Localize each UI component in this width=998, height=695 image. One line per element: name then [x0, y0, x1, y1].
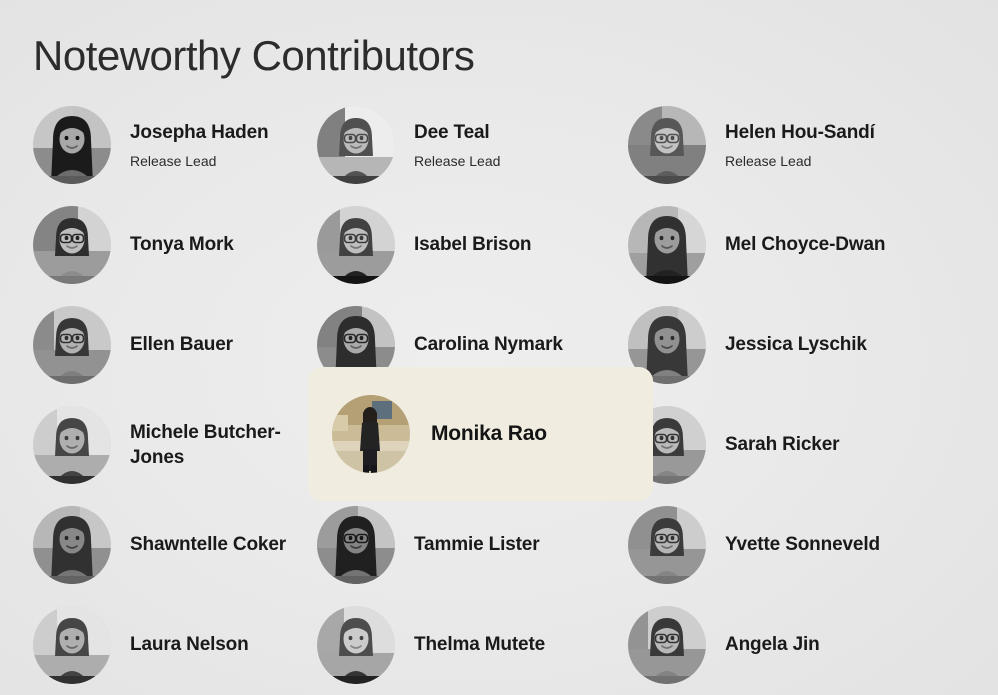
- contributor-item-laura-nelson[interactable]: Laura Nelson: [0, 595, 309, 695]
- contributor-info: Yvette Sonneveld: [725, 532, 880, 557]
- page-title: Noteworthy Contributors: [33, 32, 475, 79]
- contributor-info: Jessica Lyschik: [725, 332, 867, 357]
- contributor-role: Release Lead: [414, 153, 501, 170]
- avatar-helen-hou-sandi: [628, 106, 706, 184]
- contributor-name: Michele Butcher-Jones: [130, 421, 281, 468]
- contributor-name: Isabel Brison: [414, 234, 532, 256]
- contributor-info: Monika Rao: [431, 420, 547, 448]
- contributor-item-josepha-haden[interactable]: Josepha Haden Release Lead: [0, 95, 309, 195]
- contributor-info: Thelma Mutete: [414, 632, 545, 657]
- avatar-mel-choyce-dwan: [628, 206, 706, 284]
- contributor-info: Sarah Ricker: [725, 432, 840, 457]
- contributor-role: Release Lead: [725, 153, 812, 170]
- avatar-tonya-mork: [33, 206, 111, 284]
- contributor-role: Release Lead: [130, 153, 217, 170]
- contributor-info: Laura Nelson: [130, 632, 249, 657]
- contributor-name: Mel Choyce-Dwan: [725, 234, 886, 256]
- contributor-name: Sarah Ricker: [725, 434, 840, 456]
- avatar-yvette-sonneveld: [628, 506, 706, 584]
- contributor-item-mel-choyce-dwan[interactable]: Mel Choyce-Dwan: [618, 195, 998, 295]
- contributor-row: Laura Nelson Thelma Mutete Angela Jin: [0, 595, 998, 695]
- avatar-shawntelle-coker: [33, 506, 111, 584]
- contributor-name: Josepha Haden: [130, 121, 269, 143]
- contributor-name: Shawntelle Coker: [130, 534, 286, 556]
- contributor-item-yvette-sonneveld[interactable]: Yvette Sonneveld: [618, 495, 998, 595]
- contributor-name: Yvette Sonneveld: [725, 534, 880, 556]
- contributor-info: Carolina Nymark: [414, 332, 563, 357]
- avatar-monika-rao: [332, 395, 410, 473]
- contributor-name: Jessica Lyschik: [725, 334, 867, 356]
- contributor-item-ellen-bauer[interactable]: Ellen Bauer: [0, 295, 309, 395]
- contributor-info: Helen Hou-Sandí Release Lead: [725, 120, 875, 170]
- contributor-name: Laura Nelson: [130, 634, 249, 656]
- contributor-item-tonya-mork[interactable]: Tonya Mork: [0, 195, 309, 295]
- contributor-item-thelma-mutete[interactable]: Thelma Mutete: [309, 595, 618, 695]
- contributor-info: Angela Jin: [725, 632, 820, 657]
- contributor-name: Angela Jin: [725, 634, 820, 656]
- contributor-item-dee-teal[interactable]: Dee Teal Release Lead: [309, 95, 618, 195]
- contributor-name: Helen Hou-Sandí: [725, 121, 875, 143]
- contributor-name: Tonya Mork: [130, 234, 234, 256]
- avatar-laura-nelson: [33, 606, 111, 684]
- avatar-isabel-brison: [317, 206, 395, 284]
- contributor-info: Tonya Mork: [130, 232, 234, 257]
- contributor-name: Carolina Nymark: [414, 334, 563, 356]
- contributor-name: Ellen Bauer: [130, 334, 233, 356]
- contributor-info: Dee Teal Release Lead: [414, 120, 500, 170]
- contributor-item-helen-hou-sand[interactable]: Helen Hou-Sandí Release Lead: [618, 95, 998, 195]
- avatar-thelma-mutete: [317, 606, 395, 684]
- contributor-row: Shawntelle Coker Tammie Lister Yvette So…: [0, 495, 998, 595]
- avatar-dee-teal: [317, 106, 395, 184]
- avatar-michele-butcher-jones: [33, 406, 111, 484]
- contributor-item-michele-butcher-jones[interactable]: Michele Butcher-Jones: [0, 395, 309, 495]
- contributor-info: Mel Choyce-Dwan: [725, 232, 885, 257]
- contributor-info: Shawntelle Coker: [130, 532, 286, 557]
- contributor-item-jessica-lyschik[interactable]: Jessica Lyschik: [618, 295, 998, 395]
- contributor-item-tammie-lister[interactable]: Tammie Lister: [309, 495, 618, 595]
- avatar-angela-jin: [628, 606, 706, 684]
- contributor-item-isabel-brison[interactable]: Isabel Brison: [309, 195, 618, 295]
- contributor-info: Tammie Lister: [414, 532, 540, 557]
- contributor-name: Dee Teal: [414, 121, 490, 143]
- avatar-ellen-bauer: [33, 306, 111, 384]
- contributor-info: Ellen Bauer: [130, 332, 233, 357]
- contributor-info: Isabel Brison: [414, 232, 532, 257]
- contributor-name: Monika Rao: [431, 422, 547, 446]
- contributor-row: Tonya Mork Isabel Brison Mel Choyce-Dwan: [0, 195, 998, 295]
- contributor-row: Josepha Haden Release Lead Dee Teal Releas…: [0, 95, 998, 195]
- contributor-info: Michele Butcher-Jones: [130, 420, 309, 471]
- avatar-tammie-lister: [317, 506, 395, 584]
- contributor-item-shawntelle-coker[interactable]: Shawntelle Coker: [0, 495, 309, 595]
- contributor-item-angela-jin[interactable]: Angela Jin: [618, 595, 998, 695]
- highlighted-contributor-card[interactable]: Monika Rao: [308, 367, 653, 501]
- contributor-info: Josepha Haden Release Lead: [130, 120, 269, 170]
- contributor-name: Tammie Lister: [414, 534, 540, 556]
- contributor-name: Thelma Mutete: [414, 634, 546, 656]
- contributor-item-sarah-ricker[interactable]: Sarah Ricker: [618, 395, 998, 495]
- avatar-josepha-haden: [33, 106, 111, 184]
